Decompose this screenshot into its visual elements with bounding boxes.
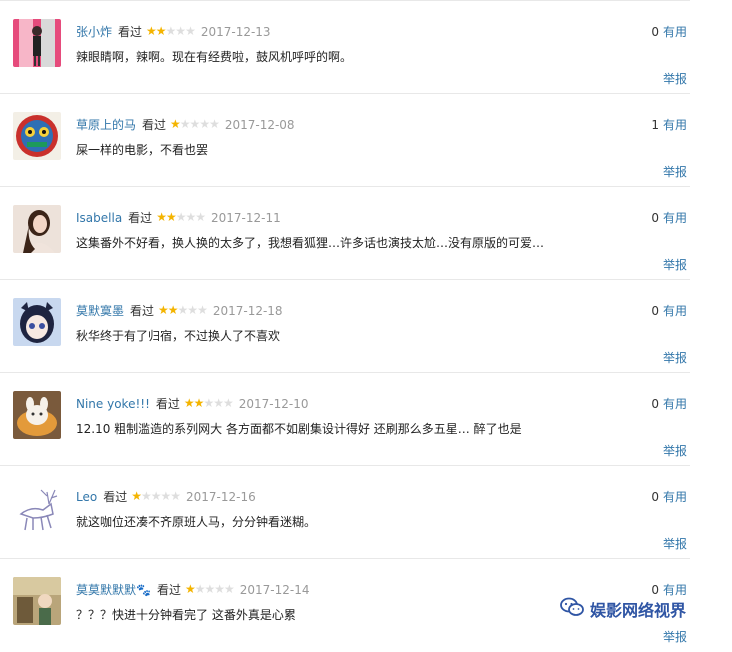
- vote-area: 0 有用: [651, 209, 687, 227]
- comment-date: 2017-12-16: [186, 490, 256, 504]
- vote-count: 0: [651, 397, 659, 411]
- comment-date: 2017-12-10: [238, 397, 309, 411]
- vote-count: 1: [651, 118, 659, 132]
- comment-meta: Isabella 看过 ★★★★★ 2017-12-11: [76, 209, 281, 227]
- vote-count: 0: [651, 583, 659, 597]
- report-link[interactable]: 举报: [663, 256, 687, 273]
- vote-count: 0: [651, 490, 659, 504]
- watermark-text: 娱影网络视界: [590, 601, 687, 620]
- comment-date: 2017-12-18: [212, 304, 283, 318]
- rating-stars: ★★★★★: [156, 210, 206, 224]
- comment-meta: 莫默寞墨 看过 ★★★★★ 2017-12-18: [76, 302, 283, 320]
- comment-item: 张小炸 看过 ★★★★★ 2017-12-13 0 有用 辣眼睛啊，辣啊。现在有经费啦，…: [0, 0, 690, 94]
- useful-button[interactable]: 有用: [663, 490, 687, 504]
- watched-label: 看过: [156, 583, 181, 597]
- comment-text: 秋华终于有了归宿，不过换人了不喜欢: [76, 329, 281, 343]
- rating-stars: ★★★★★: [158, 303, 208, 317]
- report-link[interactable]: 举报: [663, 628, 687, 645]
- avatar[interactable]: [13, 298, 61, 346]
- avatar[interactable]: [13, 112, 61, 160]
- report-link[interactable]: 举报: [663, 70, 687, 87]
- comment-text: 这集番外不好看，换人换的太多了，我想看狐狸…许多话也演技太尬…没有原版的可爱…: [76, 236, 545, 250]
- comment-date: 2017-12-08: [224, 118, 295, 132]
- report-link[interactable]: 举报: [663, 349, 687, 366]
- username-link[interactable]: Isabella: [76, 211, 122, 225]
- vote-area: 1 有用: [651, 116, 687, 134]
- watched-label: 看过: [155, 397, 180, 411]
- comment-date: 2017-12-11: [210, 211, 281, 225]
- username-link[interactable]: 莫莫默默默🐾: [76, 583, 151, 597]
- useful-button[interactable]: 有用: [663, 25, 687, 39]
- wechat-icon: [560, 597, 584, 621]
- useful-button[interactable]: 有用: [663, 583, 687, 597]
- comment-item: Leo 看过 ★★★★★ 2017-12-16 0 有用 就这咖位还凑不齐原班人马，分分…: [0, 465, 690, 559]
- vote-area: 0 有用: [651, 395, 687, 413]
- useful-button[interactable]: 有用: [663, 211, 687, 225]
- rating-stars: ★★★★★: [170, 117, 220, 131]
- report-link[interactable]: 举报: [663, 535, 687, 552]
- avatar[interactable]: [13, 484, 61, 532]
- vote-area: 0 有用: [651, 23, 687, 41]
- rating-stars: ★★★★★: [184, 582, 235, 596]
- watched-label: 看过: [128, 211, 153, 225]
- comment-meta: Leo 看过 ★★★★★ 2017-12-16: [76, 488, 256, 506]
- useful-button[interactable]: 有用: [663, 304, 687, 318]
- vote-count: 0: [651, 211, 659, 225]
- vote-area: 0 有用: [651, 488, 687, 506]
- username-link[interactable]: 张小炸: [76, 25, 112, 39]
- avatar[interactable]: [13, 391, 61, 439]
- vote-area: 0 有用: [651, 302, 687, 320]
- report-link[interactable]: 举报: [663, 442, 687, 459]
- comment-date: 2017-12-14: [239, 583, 310, 597]
- comment-meta: 莫莫默默默🐾 看过 ★★★★★ 2017-12-14: [76, 581, 310, 599]
- useful-button[interactable]: 有用: [663, 118, 687, 132]
- avatar[interactable]: [13, 577, 61, 625]
- comment-meta: Nine yoke!!! 看过 ★★★★★ 2017-12-10: [76, 395, 308, 413]
- report-link[interactable]: 举报: [663, 163, 687, 180]
- comment-item: 莫默寞墨 看过 ★★★★★ 2017-12-18 0 有用 秋华终于有了归宿，不过换人了…: [0, 279, 690, 373]
- comment-meta: 草原上的马 看过 ★★★★★ 2017-12-08: [76, 116, 295, 134]
- watched-label: 看过: [118, 25, 143, 39]
- watched-label: 看过: [130, 304, 155, 318]
- rating-stars: ★★★★★: [146, 24, 196, 38]
- comment-meta: 张小炸 看过 ★★★★★ 2017-12-13: [76, 23, 271, 41]
- rating-stars: ★★★★★: [183, 396, 234, 410]
- comment-text: ？？？快进十分钟看完了 这番外真是心累: [76, 608, 296, 622]
- vote-count: 0: [651, 25, 659, 39]
- avatar[interactable]: [13, 19, 61, 67]
- comment-item: Isabella 看过 ★★★★★ 2017-12-11 0 有用 这集番外不好看，换人…: [0, 186, 690, 280]
- comment-text: 辣眼睛啊，辣啊。现在有经费啦，鼓风机呼呼的啊。: [76, 50, 353, 64]
- username-link[interactable]: 莫默寞墨: [76, 304, 124, 318]
- comment-text: 12.10 粗制滥造的系列网大 各方面都不如剧集设计得好 还刷那么多五星… 醉了…: [76, 422, 522, 436]
- username-link[interactable]: 草原上的马: [76, 118, 136, 132]
- watched-label: 看过: [103, 490, 128, 504]
- comment-item: Nine yoke!!! 看过 ★★★★★ 2017-12-10 0 有用 12.10 …: [0, 372, 690, 466]
- vote-count: 0: [651, 304, 659, 318]
- watermark: 娱影网络视界: [560, 597, 687, 621]
- username-link[interactable]: Nine yoke!!!: [76, 397, 150, 411]
- avatar[interactable]: [13, 205, 61, 253]
- comment-date: 2017-12-13: [200, 25, 271, 39]
- comment-text: 屎一样的电影，不看也罢: [76, 143, 209, 157]
- comment-item: 草原上的马 看过 ★★★★★ 2017-12-08 1 有用 屎一样的电影，不看也罢 举…: [0, 93, 690, 187]
- comment-text: 就这咖位还凑不齐原班人马，分分钟看迷糊。: [76, 515, 317, 529]
- useful-button[interactable]: 有用: [663, 397, 687, 411]
- username-link[interactable]: Leo: [76, 490, 97, 504]
- watched-label: 看过: [142, 118, 167, 132]
- rating-stars: ★★★★★: [131, 489, 181, 503]
